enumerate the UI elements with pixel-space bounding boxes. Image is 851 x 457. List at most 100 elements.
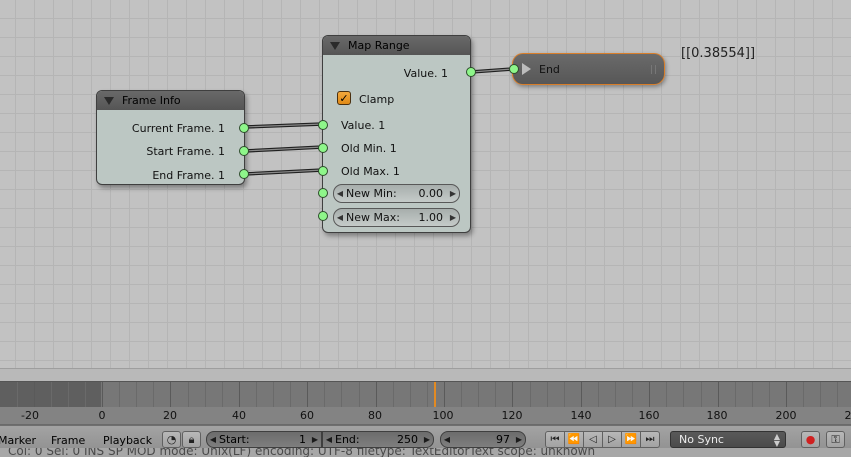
clock-icon: ◔	[166, 433, 177, 446]
node-header[interactable]: Frame Info	[97, 91, 244, 110]
socket-current-frame[interactable]	[239, 123, 249, 133]
collapse-triangle-icon[interactable]	[522, 63, 531, 75]
decrement-arrow-icon[interactable]: ◀	[334, 189, 346, 198]
timeline-tick	[136, 382, 137, 408]
timeline-tick	[478, 382, 479, 408]
socket-output-value[interactable]	[466, 67, 476, 77]
frame-cursor[interactable]	[434, 382, 436, 408]
timeline-tick	[188, 382, 189, 408]
node-title: Frame Info	[122, 94, 181, 107]
timeline-tick	[427, 382, 428, 408]
timeline-tick	[752, 382, 753, 408]
decrement-arrow-icon[interactable]: ◀	[334, 213, 346, 222]
end-frame-field[interactable]: ◀ End: 250 ▶	[322, 431, 434, 448]
current-frame-field[interactable]: ◀ 97 ▶	[440, 431, 526, 448]
area-separator[interactable]	[0, 368, 851, 381]
timeline-tick	[769, 382, 770, 408]
timeline-tick	[376, 382, 377, 408]
dropdown-caret-icon: ▲ ▼	[773, 432, 780, 448]
timeline-tick	[803, 382, 804, 408]
clamp-checkbox[interactable]: ✓	[337, 91, 351, 105]
node-editor[interactable]: Frame Info Current Frame. 1 Start Frame.…	[0, 0, 851, 368]
timeline-tick	[444, 382, 445, 408]
next-keyframe-icon: ⏩	[624, 434, 638, 445]
timeline-tick	[85, 382, 86, 408]
socket-end-frame[interactable]	[239, 169, 249, 179]
timeline-tick	[290, 382, 291, 408]
keying-set-button[interactable]: ⚿	[826, 431, 845, 448]
menu-marker[interactable]: Marker	[0, 434, 36, 447]
sync-mode-select[interactable]: No Sync ▲ ▼	[670, 431, 786, 448]
ruler-label: 80	[368, 409, 382, 422]
lock-icon: 🔒︎	[188, 432, 195, 446]
input-old-max: Old Max. 1	[341, 165, 400, 178]
status-bar: Col: 0 Sel: 0 INS SP MOD mode: Unix(LF) …	[0, 448, 851, 457]
timeline-tick	[512, 382, 513, 408]
ruler-label: 40	[232, 409, 246, 422]
prev-keyframe-button[interactable]: ⏪	[564, 431, 584, 448]
socket-input-new-max[interactable]	[318, 211, 328, 221]
timeline-tick	[222, 382, 223, 408]
timeline-tick	[153, 382, 154, 408]
play-button[interactable]: ▷	[602, 431, 622, 448]
ruler-label: 20	[163, 409, 177, 422]
output-start-frame: Start Frame. 1	[146, 145, 225, 158]
input-value: Value. 1	[341, 119, 386, 132]
status-text: Col: 0 Sel: 0 INS SP MOD mode: Unix(LF) …	[8, 448, 596, 457]
collapse-triangle-icon[interactable]	[330, 41, 340, 50]
timeline-tick	[461, 382, 462, 408]
decrement-arrow-icon[interactable]: ◀	[441, 435, 453, 444]
increment-arrow-icon[interactable]: ▶	[421, 435, 433, 444]
new-max-field[interactable]: ◀ New Max: 1.00 ▶	[333, 208, 460, 227]
timeline-tick	[632, 382, 633, 408]
start-frame-field[interactable]: ◀ Start: 1 ▶	[206, 431, 322, 448]
play-icon: ▷	[608, 434, 616, 445]
resize-grip-icon[interactable]	[651, 65, 656, 74]
new-min-field[interactable]: ◀ New Min: 0.00 ▶	[333, 184, 460, 203]
record-button[interactable]: ●	[801, 431, 820, 448]
decrement-arrow-icon[interactable]: ◀	[323, 435, 335, 444]
timeline-tick	[666, 382, 667, 408]
increment-arrow-icon[interactable]: ▶	[513, 435, 525, 444]
end-value: 250	[397, 433, 418, 446]
frame-ruler[interactable]: -20 0 20 40 60 80 100 120 140 160 180 20…	[0, 407, 851, 425]
node-header[interactable]: Map Range	[323, 36, 470, 55]
increment-arrow-icon[interactable]: ▶	[309, 435, 321, 444]
node-map-range[interactable]: Map Range Value. 1 ✓ Clamp Value. 1 Old …	[318, 35, 476, 233]
node-end[interactable]: End	[509, 53, 665, 85]
timeline-tick	[119, 382, 120, 408]
timeline-header: Marker Frame Playback ◔ 🔒︎ ◀ Start: 1 ▶ …	[0, 425, 851, 448]
timeline-tick	[34, 382, 35, 408]
timeline-tick	[359, 382, 360, 408]
lock-range-button[interactable]: 🔒︎	[182, 431, 201, 448]
timeline-tick	[273, 382, 274, 408]
menu-playback[interactable]: Playback	[103, 434, 152, 447]
socket-input-old-min[interactable]	[318, 143, 328, 153]
socket-input-value[interactable]	[318, 120, 328, 130]
play-reverse-button[interactable]: ◁	[583, 431, 603, 448]
jump-start-button[interactable]: ⏮	[545, 431, 565, 448]
timeline-tick	[17, 382, 18, 408]
ruler-label: 140	[570, 409, 592, 422]
timeline-track[interactable]	[0, 381, 851, 408]
new-min-label: New Min:	[346, 187, 397, 200]
ruler-label: 2	[844, 409, 851, 422]
socket-input-old-max[interactable]	[318, 166, 328, 176]
sync-mode-value: No Sync	[679, 433, 724, 446]
timeline-tick	[564, 382, 565, 408]
socket-input-new-min[interactable]	[318, 188, 328, 198]
increment-arrow-icon[interactable]: ▶	[447, 189, 459, 198]
timeline-tick	[683, 382, 684, 408]
node-frame-info[interactable]: Frame Info Current Frame. 1 Start Frame.…	[96, 90, 249, 185]
jump-end-button[interactable]: ⏭	[640, 431, 660, 448]
collapse-triangle-icon[interactable]	[104, 96, 114, 105]
preview-range-button[interactable]: ◔	[162, 431, 181, 448]
prev-keyframe-icon: ⏪	[567, 434, 581, 445]
decrement-arrow-icon[interactable]: ◀	[207, 435, 219, 444]
timeline-tick	[102, 382, 103, 408]
socket-end-input[interactable]	[509, 64, 519, 74]
increment-arrow-icon[interactable]: ▶	[447, 213, 459, 222]
menu-frame[interactable]: Frame	[51, 434, 85, 447]
next-keyframe-button[interactable]: ⏩	[621, 431, 641, 448]
socket-start-frame[interactable]	[239, 146, 249, 156]
